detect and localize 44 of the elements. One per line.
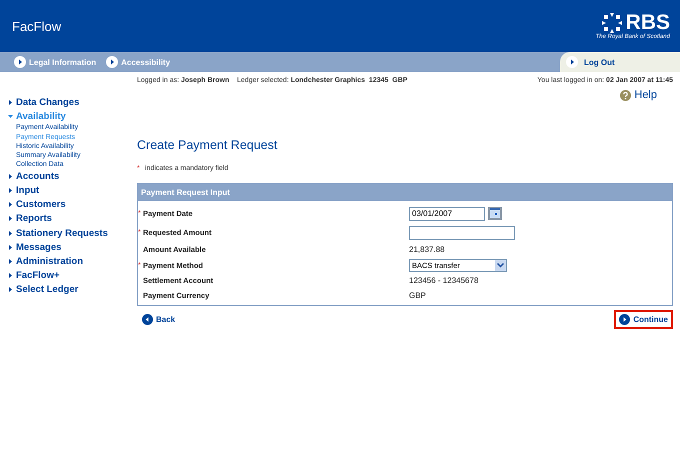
arrow-right-icon <box>106 56 118 68</box>
caret-right-icon <box>8 287 13 292</box>
caret-right-icon <box>8 230 13 236</box>
arrow-left-icon <box>142 314 153 325</box>
calendar-icon[interactable] <box>488 207 502 220</box>
caret-down-icon <box>8 114 13 119</box>
arrow-right-icon <box>566 56 578 68</box>
sidebar-item[interactable]: Input <box>8 184 129 198</box>
field-value: 21,837.88 <box>409 245 445 254</box>
help-icon <box>620 90 632 100</box>
caret-right-icon <box>8 244 13 250</box>
sidebar-item[interactable]: Messages <box>8 240 129 254</box>
chevron-down-icon <box>497 262 504 268</box>
caret-right-icon <box>8 273 13 278</box>
arrow-right-icon <box>14 56 26 68</box>
logout-link[interactable]: Log Out <box>560 52 680 72</box>
sidebar-item[interactable]: Data Changes <box>8 95 129 110</box>
arrow-right-icon <box>619 314 630 325</box>
sidebar-item[interactable]: Accounts <box>8 169 129 184</box>
date-field[interactable]: 03/01/2007 <box>409 206 485 220</box>
app-title: FacFlow <box>12 18 62 34</box>
sidebar-item[interactable]: Select Ledger <box>8 282 129 297</box>
logo-icon <box>600 12 623 34</box>
sidebar-item[interactable]: Reports <box>8 212 129 226</box>
caret-right-icon <box>8 216 13 222</box>
caret-right-icon <box>8 202 13 208</box>
sidebar-item[interactable]: Customers <box>8 198 129 212</box>
sidebar-item[interactable]: Administration <box>8 254 129 269</box>
sidebar-item[interactable]: Stationery Requests <box>8 226 129 240</box>
field-value: GBP <box>409 291 426 300</box>
continue-button[interactable]: Continue <box>614 310 673 329</box>
help-link[interactable]: Help <box>634 89 657 101</box>
caret-right-icon <box>8 259 13 264</box>
field-value: 123456 - 12345678 <box>409 276 478 285</box>
panel-title: Payment Request Input <box>138 184 672 201</box>
page-title: Create Payment Request <box>137 138 278 152</box>
back-button[interactable]: Back <box>137 310 180 329</box>
amount-field[interactable] <box>409 226 515 240</box>
logo-text: RBS <box>626 12 670 34</box>
caret-right-icon <box>8 100 13 105</box>
sidebar-item[interactable]: Availability <box>8 109 129 124</box>
caret-right-icon <box>8 188 13 194</box>
caret-right-icon <box>8 174 13 179</box>
sidebar-item[interactable]: FacFlow+ <box>8 268 129 283</box>
